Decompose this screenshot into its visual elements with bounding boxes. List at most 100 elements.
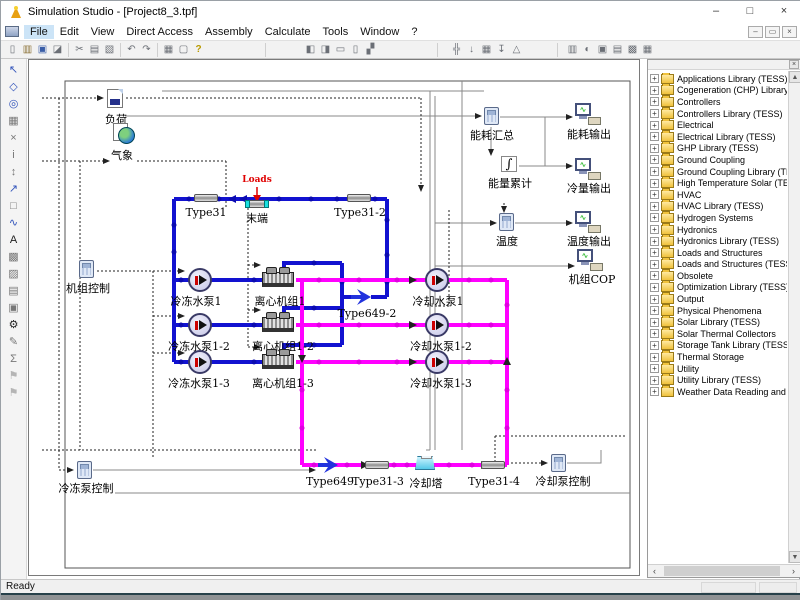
run-tool-icon[interactable]: Σ bbox=[5, 351, 23, 367]
expand-icon[interactable]: + bbox=[650, 283, 659, 292]
wrench-tool-icon[interactable]: ↗ bbox=[5, 181, 23, 197]
copy-button[interactable]: ▤ bbox=[87, 43, 102, 57]
library-horizontal-scrollbar[interactable]: ‹ › bbox=[648, 564, 800, 577]
child-close-button[interactable]: × bbox=[782, 26, 797, 38]
flag-a-tool-icon[interactable]: ⚑ bbox=[5, 368, 23, 384]
macro-button[interactable]: △ bbox=[509, 43, 524, 57]
grid-a-tool-icon[interactable]: ▩ bbox=[5, 249, 23, 265]
expand-icon[interactable]: + bbox=[650, 109, 659, 118]
tree-item[interactable]: +Controllers Library (TESS) bbox=[650, 108, 787, 120]
tree-item[interactable]: +Optimization Library (TESS) bbox=[650, 282, 787, 294]
expand-icon[interactable]: + bbox=[650, 86, 659, 95]
menu-edit[interactable]: Edit bbox=[54, 25, 85, 39]
project-canvas[interactable]: Loads 负荷 气象 Type31 末端 Type31-2 能耗汇总 ∿ 能耗… bbox=[28, 59, 640, 576]
pen-tool-icon[interactable]: ✎ bbox=[5, 334, 23, 350]
save-button[interactable]: ▣ bbox=[35, 43, 50, 57]
node-chiller-2[interactable] bbox=[262, 317, 294, 332]
rotate-button[interactable]: ◐ bbox=[580, 43, 595, 57]
tree-item[interactable]: +Utility bbox=[650, 363, 787, 375]
print-preview-button[interactable]: ▢ bbox=[176, 43, 191, 57]
drop-button[interactable]: ↓ bbox=[464, 43, 479, 57]
expand-icon[interactable]: + bbox=[650, 97, 659, 106]
expand-icon[interactable]: + bbox=[650, 306, 659, 315]
tree-item[interactable]: +Applications Library (TESS) bbox=[650, 73, 787, 85]
sheet-tool-icon[interactable]: ▣ bbox=[5, 300, 23, 316]
new-button[interactable]: ▯ bbox=[5, 43, 20, 57]
tree-item[interactable]: +Obsolete bbox=[650, 270, 787, 282]
node-cooling-pump-3[interactable] bbox=[425, 350, 449, 374]
expand-icon[interactable]: + bbox=[650, 179, 659, 188]
node-cooling-pump-control[interactable] bbox=[551, 454, 566, 472]
redo-button[interactable]: ↷ bbox=[139, 43, 154, 57]
node-energy-summary[interactable] bbox=[484, 107, 499, 125]
proforma-button[interactable]: ▥ bbox=[565, 43, 580, 57]
move-link-tool-icon[interactable]: ↕ bbox=[5, 164, 23, 180]
tree-item[interactable]: +Utility Library (TESS) bbox=[650, 374, 787, 386]
layers-tool-icon[interactable]: ▤ bbox=[5, 283, 23, 299]
expand-icon[interactable]: + bbox=[650, 260, 659, 269]
import-button[interactable]: ↧ bbox=[494, 43, 509, 57]
expand-icon[interactable]: + bbox=[650, 213, 659, 222]
node-unit-control[interactable] bbox=[79, 260, 94, 278]
output-manager-button[interactable]: ▦ bbox=[640, 43, 655, 57]
scroll-down-icon[interactable]: ▼ bbox=[789, 551, 800, 563]
paste-button[interactable]: ▧ bbox=[102, 43, 117, 57]
tree-item[interactable]: +Electrical bbox=[650, 119, 787, 131]
node-temperature-output[interactable]: ∿ bbox=[575, 211, 601, 233]
expand-icon[interactable]: + bbox=[650, 121, 659, 130]
help-button[interactable]: ? bbox=[191, 43, 206, 57]
node-chiller-3[interactable] bbox=[262, 354, 294, 369]
tree-item[interactable]: +Output bbox=[650, 293, 787, 305]
menu-window[interactable]: Window bbox=[354, 25, 405, 39]
tree-item[interactable]: +HVAC Library (TESS) bbox=[650, 201, 787, 213]
delete-tool-icon[interactable]: × bbox=[5, 130, 23, 146]
tree-item[interactable]: +Solar Thermal Collectors bbox=[650, 328, 787, 340]
expand-icon[interactable]: + bbox=[650, 353, 659, 362]
scrollbar-thumb[interactable] bbox=[664, 566, 780, 576]
child-minimize-button[interactable]: – bbox=[748, 26, 763, 38]
scroll-right-icon[interactable]: › bbox=[787, 565, 800, 577]
menu-assembly[interactable]: Assembly bbox=[199, 25, 259, 39]
menu-calculate[interactable]: Calculate bbox=[259, 25, 317, 39]
expand-icon[interactable]: + bbox=[650, 271, 659, 280]
expand-icon[interactable]: + bbox=[650, 387, 659, 396]
select-tool-icon[interactable]: ↖ bbox=[5, 62, 23, 78]
node-type31-4[interactable] bbox=[481, 461, 505, 469]
tree-item[interactable]: +Loads and Structures (TESS) bbox=[650, 259, 787, 271]
child-restore-button[interactable]: ▭ bbox=[765, 26, 780, 38]
close-button[interactable]: × bbox=[767, 2, 800, 22]
menu-direct-access[interactable]: Direct Access bbox=[120, 25, 199, 39]
expand-icon[interactable]: + bbox=[650, 202, 659, 211]
expand-icon[interactable]: + bbox=[650, 364, 659, 373]
tree-item[interactable]: +Solar Library (TESS) bbox=[650, 316, 787, 328]
maximize-button[interactable]: □ bbox=[733, 2, 767, 22]
link-tool-icon[interactable]: ∿ bbox=[5, 215, 23, 231]
zoom-extents-button[interactable]: ▭ bbox=[333, 43, 348, 57]
zoom-page-button[interactable]: ▯ bbox=[348, 43, 363, 57]
scroll-left-icon[interactable]: ‹ bbox=[648, 565, 661, 577]
expand-icon[interactable]: + bbox=[650, 132, 659, 141]
tree-item[interactable]: +Storage Tank Library (TESS) bbox=[650, 340, 787, 352]
grid-b-tool-icon[interactable]: ▨ bbox=[5, 266, 23, 282]
expand-icon[interactable]: + bbox=[650, 155, 659, 164]
node-chiller-1[interactable] bbox=[262, 272, 294, 287]
node-chilled-pump-3[interactable] bbox=[188, 350, 212, 374]
menu-view[interactable]: View bbox=[85, 25, 121, 39]
tree-item[interactable]: +Hydrogen Systems bbox=[650, 212, 787, 224]
tree-item[interactable]: +Cogeneration (CHP) Library (TESS) bbox=[650, 85, 787, 97]
expand-icon[interactable]: + bbox=[650, 225, 659, 234]
node-cooling-tower[interactable] bbox=[415, 456, 640, 470]
node-energy-integrator[interactable]: ∫ bbox=[501, 156, 517, 172]
minimize-button[interactable]: – bbox=[699, 2, 733, 22]
document-icon[interactable] bbox=[5, 26, 19, 37]
zoom-tool-icon[interactable]: ◎ bbox=[5, 96, 23, 112]
tree-item[interactable]: +Thermal Storage bbox=[650, 351, 787, 363]
menu-tools[interactable]: Tools bbox=[317, 25, 355, 39]
node-cooling-output[interactable]: ∿ bbox=[575, 158, 601, 180]
node-cooling-pump-2[interactable] bbox=[425, 313, 449, 337]
node-terminal[interactable] bbox=[245, 200, 269, 208]
tile-button[interactable]: ▞ bbox=[363, 43, 378, 57]
tree-item[interactable]: +Hydronics bbox=[650, 224, 787, 236]
tree-item[interactable]: +HVAC bbox=[650, 189, 787, 201]
node-cooling-pump-1[interactable] bbox=[425, 268, 449, 292]
